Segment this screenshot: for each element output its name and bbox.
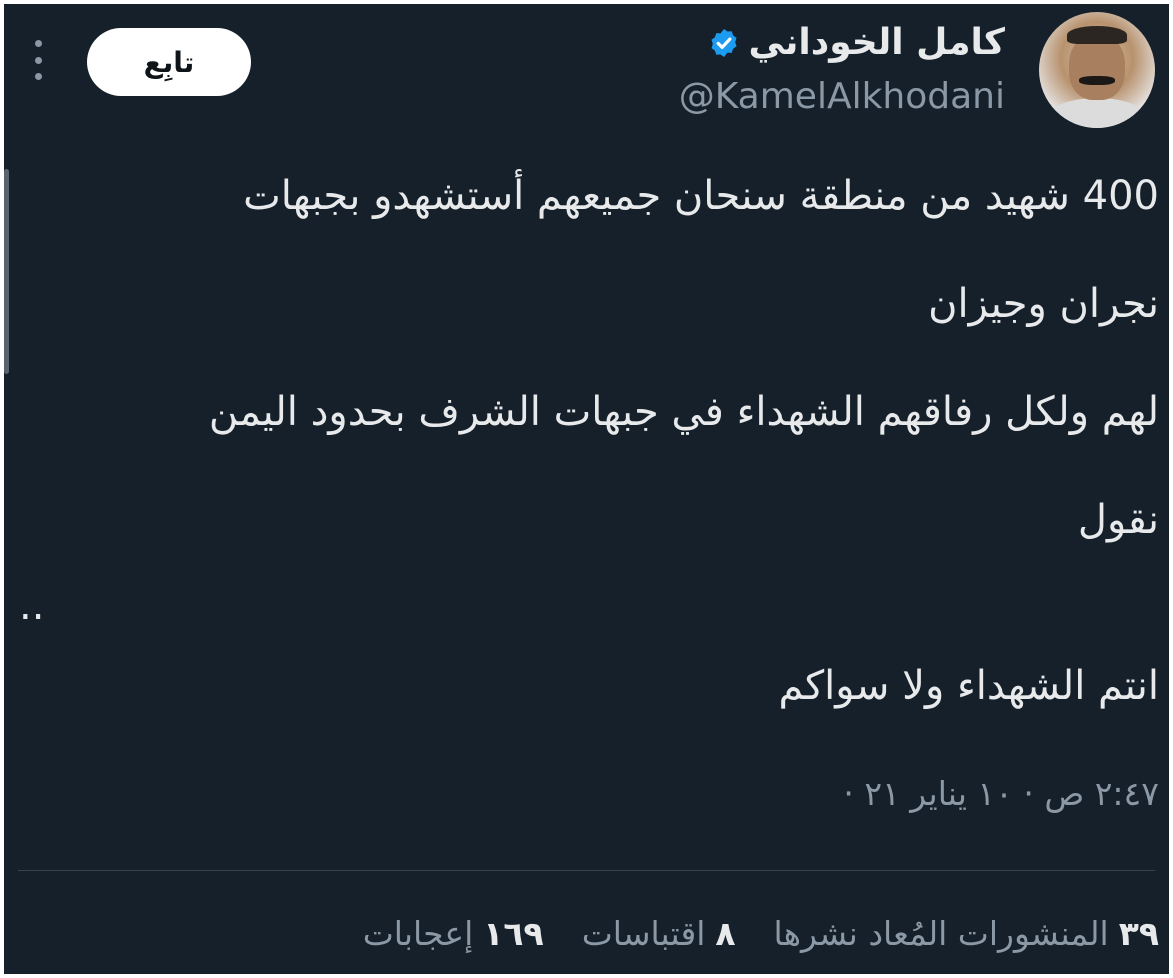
quotes-count: ٨ xyxy=(715,914,736,953)
avatar-hair xyxy=(1067,26,1127,44)
tweet-timestamp[interactable]: ٢:٤٧ ص · ١٠ يناير ٢١ · xyxy=(843,768,1159,820)
divider xyxy=(18,870,1155,871)
more-vertical-icon[interactable] xyxy=(32,40,44,80)
author-handle[interactable]: @KamelAlkhodani xyxy=(679,70,1005,124)
tweet-line: .. xyxy=(19,583,45,629)
avatar[interactable] xyxy=(1039,12,1155,128)
tweet-line: 400 شهيد من منطقة سنحان جميعهم أستشهدو ب… xyxy=(243,173,1159,219)
tweet-line: نجران وجيزان xyxy=(928,281,1159,327)
retweets-label: المنشورات المُعاد نشرها xyxy=(773,914,1109,953)
tweet-line: لهم ولكل رفاقهم الشهداء في جبهات الشرف ب… xyxy=(208,389,1159,435)
author-name-row[interactable]: كامل الخوداني xyxy=(708,18,1005,68)
quotes-stat[interactable]: ٨ اقتباسات xyxy=(582,908,736,960)
likes-label: إعجابات xyxy=(362,914,474,953)
retweets-count: ٣٩ xyxy=(1118,914,1159,953)
tweet-card: كامل الخوداني @KamelAlkhodani تابِع 400 … xyxy=(4,4,1169,974)
quotes-label: اقتباسات xyxy=(581,914,706,953)
more-dot xyxy=(34,40,42,47)
follow-button[interactable]: تابِع xyxy=(87,28,251,96)
avatar-collar xyxy=(1047,98,1147,128)
verified-badge-icon xyxy=(711,29,737,57)
scrollbar[interactable] xyxy=(4,169,9,374)
tweet-line: انتم الشهداء ولا سواكم xyxy=(778,663,1159,709)
likes-count: ١٦٩ xyxy=(483,914,544,953)
retweets-stat[interactable]: ٣٩ المنشورات المُعاد نشرها xyxy=(774,908,1159,960)
tweet-stats: ٣٩ المنشورات المُعاد نشرها ٨ اقتباسات ١٦… xyxy=(363,908,1159,960)
more-dot xyxy=(34,56,42,64)
likes-stat[interactable]: ١٦٩ إعجابات xyxy=(363,908,544,960)
avatar-mustache xyxy=(1079,76,1115,85)
more-dot xyxy=(34,73,42,80)
tweet-line: نقول xyxy=(1077,497,1159,543)
author-display-name[interactable]: كامل الخوداني xyxy=(748,18,1005,68)
